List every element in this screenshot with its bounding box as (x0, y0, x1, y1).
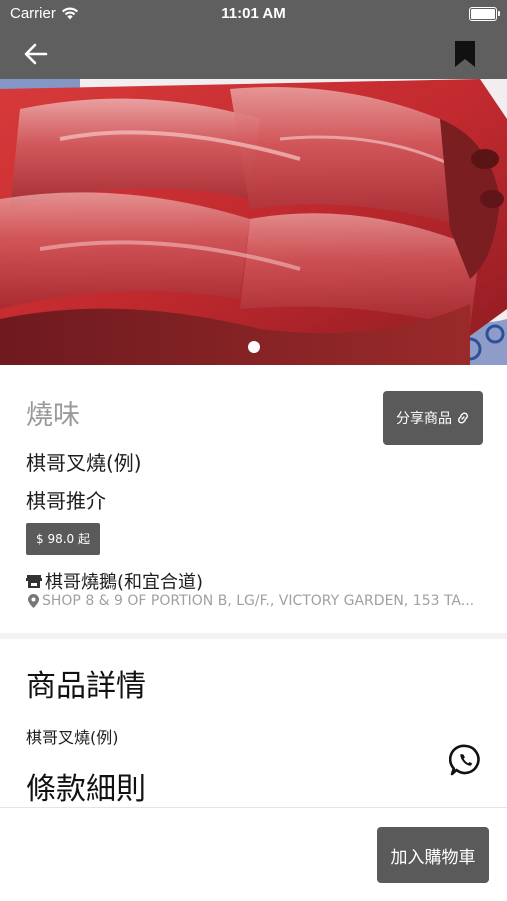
bookmark-icon (455, 41, 475, 67)
product-info: 燒味 分享商品 棋哥叉燒(例) 棋哥推介 $ 98.0 起 棋哥燒鵝(和宜合道)… (0, 365, 507, 633)
location-pin-icon (28, 594, 39, 608)
details-heading: 商品詳情 (26, 669, 146, 704)
store-icon (26, 575, 42, 588)
arrow-left-icon (24, 43, 48, 65)
address-text: SHOP 8 & 9 OF PORTION B, LG/F., VICTORY … (42, 593, 475, 609)
nav-bar (0, 28, 507, 79)
product-image-carousel[interactable] (0, 79, 507, 365)
shop-link[interactable]: 棋哥燒鵝(和宜合道) (26, 568, 203, 594)
bottom-action-bar: 加入購物車 (0, 807, 507, 901)
product-subtitle: 棋哥推介 (26, 489, 106, 513)
product-details-section: 商品詳情 棋哥叉燒(例) 條款細則 (0, 639, 507, 807)
status-bar: Carrier 11:01 AM (0, 0, 507, 28)
price-badge: $ 98.0 起 (26, 523, 100, 555)
product-name: 棋哥叉燒(例) (26, 451, 142, 475)
shop-address: SHOP 8 & 9 OF PORTION B, LG/F., VICTORY … (28, 593, 483, 609)
product-photo (0, 79, 507, 365)
carousel-page-dot[interactable] (248, 341, 260, 353)
back-button[interactable] (20, 38, 52, 70)
share-label: 分享商品 (396, 411, 452, 427)
clock: 11:01 AM (221, 5, 286, 22)
whatsapp-icon[interactable] (449, 743, 483, 777)
product-category: 燒味 (26, 400, 80, 431)
details-description: 棋哥叉燒(例) (26, 728, 119, 747)
terms-heading: 條款細則 (26, 772, 146, 807)
add-to-cart-button[interactable]: 加入購物車 (377, 827, 489, 883)
share-product-button[interactable]: 分享商品 (383, 391, 483, 445)
bookmark-button[interactable] (451, 38, 479, 70)
link-icon (457, 412, 469, 424)
battery-icon (469, 7, 500, 21)
shop-name: 棋哥燒鵝(和宜合道) (45, 572, 204, 593)
